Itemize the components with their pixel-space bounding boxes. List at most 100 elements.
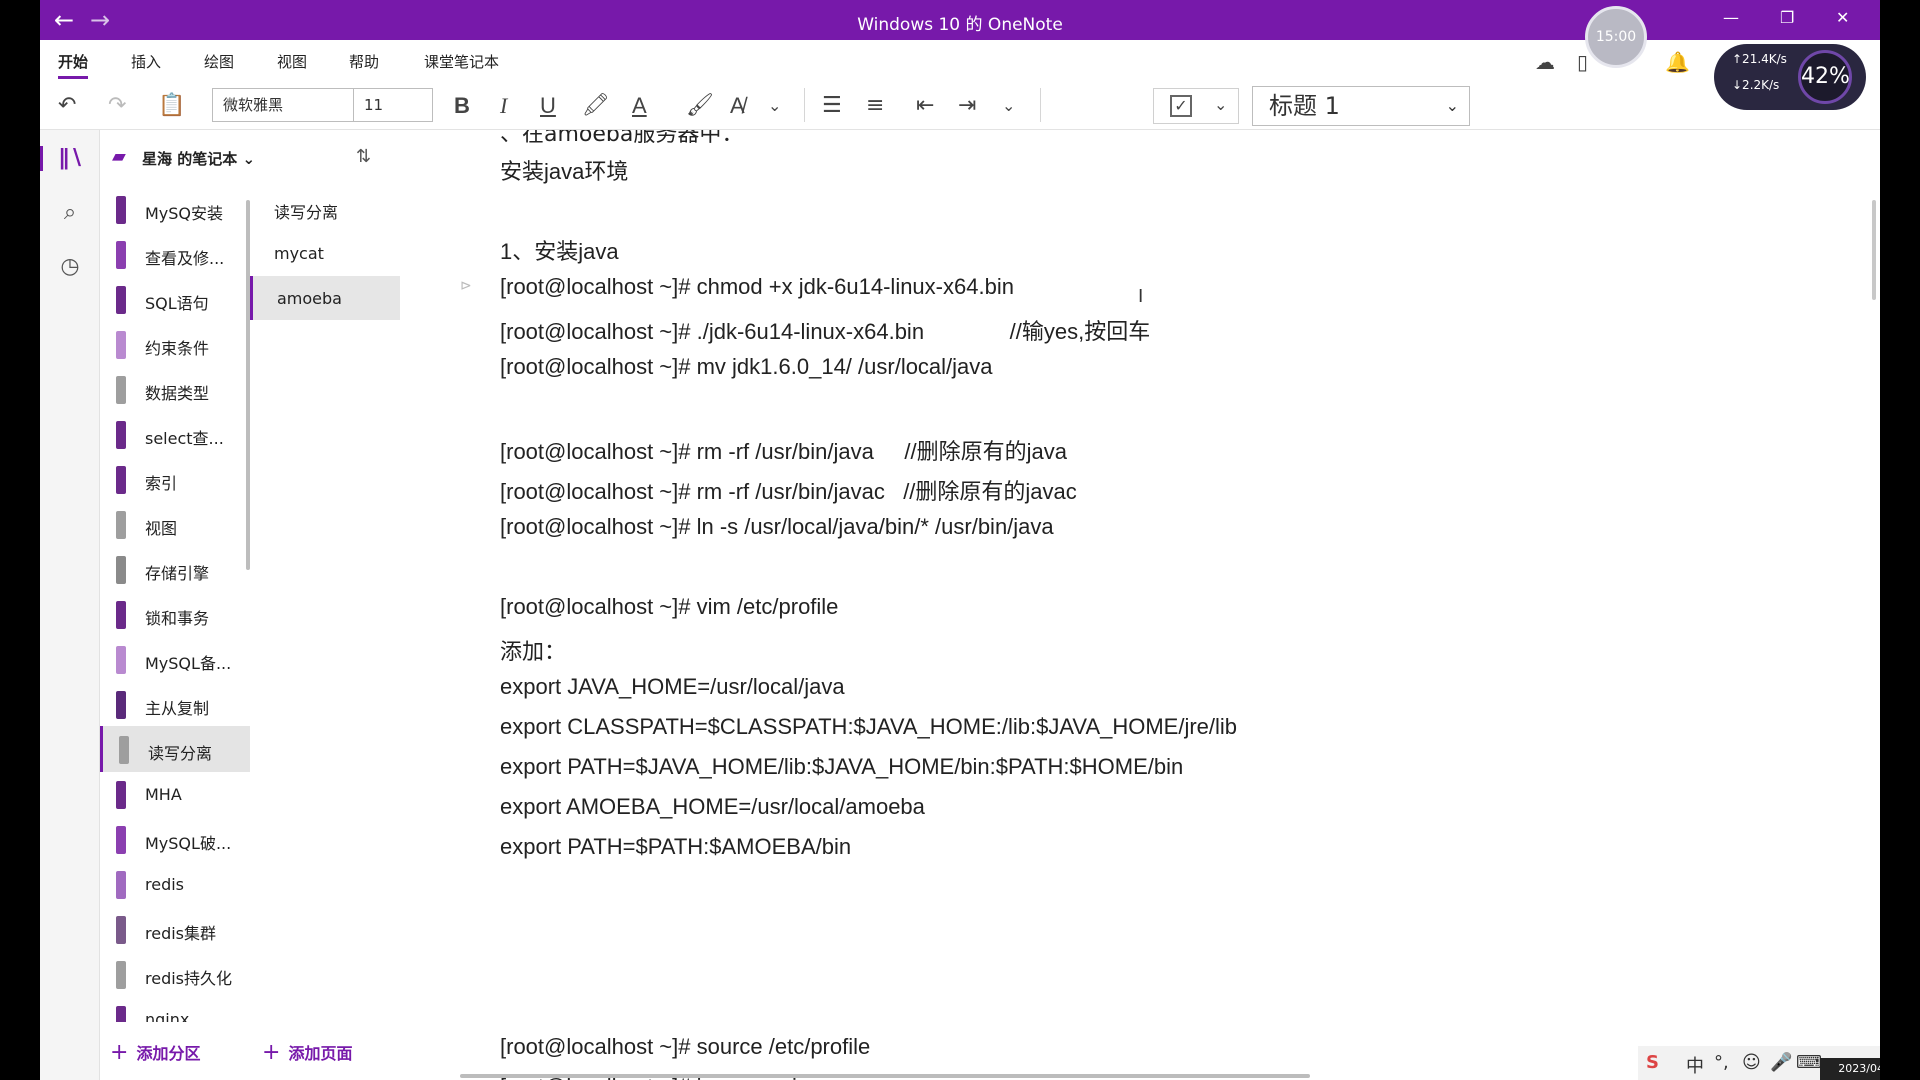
section-item[interactable]: 读写分离 (100, 726, 250, 772)
tab-view[interactable]: 视图 (277, 51, 307, 72)
keyboard-icon[interactable]: ⌨ (1796, 1052, 1822, 1073)
section-label: MySQL破... (145, 834, 232, 853)
chevron-down-icon[interactable]: ⌄ (768, 92, 781, 120)
section-label: MySQ安装 (145, 204, 224, 223)
section-label: nginx (145, 1010, 190, 1022)
undo-icon[interactable]: ↶ (58, 92, 76, 120)
indent-icon[interactable]: ⇥ (958, 92, 976, 120)
minimize-button[interactable]: — (1723, 8, 1739, 27)
tab-class-notebook[interactable]: 课堂笔记本 (424, 51, 499, 72)
section-color-tab (116, 826, 126, 854)
todo-tag-button[interactable]: ✓ ⌄ (1153, 88, 1239, 124)
bold-button[interactable]: B (454, 92, 470, 120)
outdent-icon[interactable]: ⇤ (916, 92, 934, 120)
section-item[interactable]: redis (100, 861, 250, 907)
checkbox-icon: ✓ (1170, 95, 1192, 117)
section-color-tab (116, 601, 126, 629)
section-item[interactable]: MySQL备... (100, 636, 250, 682)
microphone-icon[interactable]: 🎤 (1770, 1052, 1792, 1073)
italic-button[interactable]: I (500, 92, 507, 120)
tab-home[interactable]: 开始 (58, 51, 89, 79)
sync-icon[interactable]: ☁ (1535, 50, 1555, 74)
section-item[interactable]: nginx (100, 996, 250, 1022)
notebook-header[interactable]: ▰ 星海 的笔记本 ⌄ ⇅ (100, 140, 400, 174)
page-item[interactable]: amoeba (250, 276, 400, 320)
section-color-tab (116, 511, 126, 539)
highlighter-icon[interactable]: 🖍 (582, 92, 610, 120)
font-name-field[interactable]: 微软雅黑 (212, 88, 354, 122)
page-item[interactable]: 读写分离 (250, 186, 400, 230)
section-item[interactable]: 主从复制 (100, 681, 250, 727)
clear-format-icon[interactable]: A̸ (730, 92, 745, 120)
divider (804, 88, 805, 122)
page-item[interactable]: mycat (250, 231, 400, 275)
section-color-tab (116, 646, 126, 674)
format-painter-icon[interactable]: 🖌 (686, 92, 714, 120)
bell-icon[interactable]: 🔔 (1665, 50, 1690, 74)
section-label: redis持久化 (145, 969, 233, 988)
section-color-tab (116, 781, 126, 809)
font-color-icon[interactable]: A (632, 92, 647, 120)
tab-help[interactable]: 帮助 (349, 51, 379, 72)
section-item[interactable]: SQL语句 (100, 276, 250, 322)
section-item[interactable]: 存储引擎 (100, 546, 250, 592)
close-button[interactable]: ✕ (1836, 8, 1849, 27)
share-icon[interactable]: ▯ (1577, 50, 1588, 74)
page-content[interactable]: 、在amoeba服务器中： ⊳ I 安装java环境 1、安装java [root@… (460, 130, 1830, 1080)
section-item[interactable]: select查... (100, 411, 250, 457)
section-item[interactable]: 锁和事务 (100, 591, 250, 637)
redo-icon[interactable]: ↷ (108, 92, 126, 120)
search-icon[interactable]: ⌕ (40, 200, 100, 225)
chevron-down-icon[interactable]: ⌄ (1002, 92, 1015, 120)
section-color-tab (116, 871, 126, 899)
sort-icon[interactable]: ⇅ (356, 146, 371, 167)
section-item[interactable]: 索引 (100, 456, 250, 502)
underline-button[interactable]: U (540, 92, 556, 120)
section-item[interactable]: MHA (100, 771, 250, 817)
section-color-tab (116, 556, 126, 584)
network-meter-widget: ↑21.4K/s ↓2.2K/s 42% (1714, 44, 1866, 110)
section-label: 锁和事务 (145, 609, 210, 628)
restore-button[interactable]: ❐ (1780, 8, 1794, 27)
section-item[interactable]: 视图 (100, 501, 250, 547)
clipboard-icon[interactable]: 📋 (158, 92, 185, 120)
section-item[interactable]: redis集群 (100, 906, 250, 952)
chevron-down-icon: ⌄ (1445, 96, 1459, 115)
section-item[interactable]: redis持久化 (100, 951, 250, 997)
ime-mode[interactable]: 中 (1686, 1052, 1704, 1078)
section-item[interactable]: MySQ安装 (100, 186, 250, 232)
content-line: [root@localhost ~]# source /etc/profile (500, 1034, 871, 1059)
notebooks-icon[interactable]: ∥∖ (40, 146, 100, 171)
recent-clock-icon[interactable]: ◷ (40, 254, 100, 279)
content-line: export PATH=$JAVA_HOME/lib:$JAVA_HOME/bi… (500, 754, 1184, 779)
numbered-list-icon[interactable]: ≡ (866, 92, 884, 120)
section-item[interactable]: 查看及修... (100, 231, 250, 277)
section-item[interactable]: MySQL破... (100, 816, 250, 862)
section-label: 约束条件 (145, 339, 210, 358)
content-line: export JAVA_HOME=/usr/local/java (500, 674, 845, 699)
content-line: 1、安装java (500, 239, 619, 264)
emoji-icon[interactable]: ☺ (1742, 1052, 1761, 1073)
section-list: MySQ安装查看及修... SQL语句约束条件数据类型 select查... 索引 视图… (100, 186, 250, 1022)
section-item[interactable]: 约束条件 (100, 321, 250, 367)
section-color-tab (116, 196, 126, 224)
punctuation-icon[interactable]: °, (1714, 1052, 1729, 1073)
add-page-button[interactable]: + 添加页面 (262, 1040, 352, 1065)
section-item[interactable]: 数据类型 (100, 366, 250, 412)
tab-insert[interactable]: 插入 (131, 51, 161, 72)
sogou-logo-icon[interactable]: S (1646, 1052, 1659, 1073)
horizontal-scrollbar[interactable] (460, 1074, 1310, 1078)
add-section-button[interactable]: + 添加分区 (110, 1040, 200, 1065)
content-scrollbar[interactable] (1872, 200, 1876, 300)
section-color-tab (116, 691, 126, 719)
section-color-tab (116, 421, 126, 449)
content-line: [root@localhost ~]# chmod +x jdk-6u14-li… (500, 274, 1014, 299)
style-dropdown[interactable]: 标题 1 ⌄ (1252, 86, 1470, 126)
divider (1040, 88, 1041, 122)
tab-draw[interactable]: 绘图 (204, 51, 234, 72)
section-label: 存储引擎 (145, 564, 210, 583)
paragraph-handle-icon[interactable]: ⊳ (460, 278, 472, 294)
section-color-tab (116, 376, 126, 404)
bullet-list-icon[interactable]: ☰ (822, 92, 842, 120)
font-size-field[interactable]: 11 (353, 88, 433, 122)
